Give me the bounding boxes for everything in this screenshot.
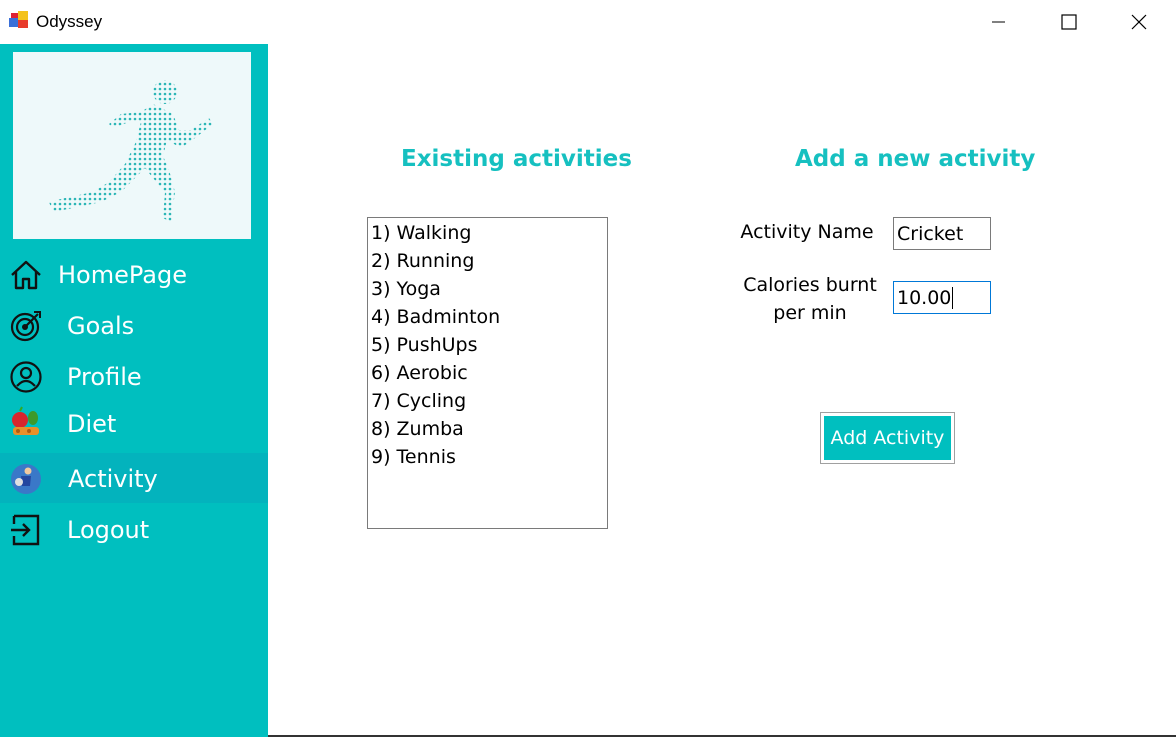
minimize-icon xyxy=(992,21,1005,23)
activity-name-value: Cricket xyxy=(897,222,964,245)
list-item[interactable]: 5) PushUps xyxy=(371,334,478,356)
sidebar-item-goals[interactable]: Goals xyxy=(0,302,268,352)
app-icon xyxy=(9,11,28,28)
calories-value: 10.00 xyxy=(897,286,952,309)
activity-name-field[interactable]: Cricket xyxy=(893,217,991,250)
sidebar-item-activity[interactable]: Activity xyxy=(0,453,268,503)
list-item[interactable]: 1) Walking xyxy=(371,222,471,244)
sidebar-item-profile[interactable]: Profile xyxy=(0,353,268,403)
runner-icon xyxy=(49,80,213,222)
list-item[interactable]: 7) Cycling xyxy=(371,390,466,412)
list-item[interactable]: 3) Yoga xyxy=(371,278,441,300)
calories-field[interactable]: 10.00 xyxy=(893,281,991,314)
list-item[interactable]: 9) Tennis xyxy=(371,446,456,468)
activity-name-label: Activity Name xyxy=(740,221,874,243)
maximize-button[interactable] xyxy=(1034,0,1104,44)
list-item[interactable]: 6) Aerobic xyxy=(371,362,468,384)
runner-logo xyxy=(13,52,251,239)
sidebar-item-label: Logout xyxy=(67,516,150,544)
list-item[interactable]: 4) Badminton xyxy=(371,306,500,328)
list-item[interactable]: 8) Zumba xyxy=(371,418,464,440)
maximize-icon xyxy=(1061,14,1077,30)
close-button[interactable] xyxy=(1104,0,1174,44)
list-item[interactable]: 2) Running xyxy=(371,250,474,272)
minimize-button[interactable] xyxy=(964,0,1034,44)
activities-listbox[interactable]: 1) Walking 2) Running 3) Yoga 4) Badmint… xyxy=(367,217,608,529)
calories-label-line2: per min xyxy=(773,302,847,324)
close-icon xyxy=(1131,14,1147,30)
target-icon xyxy=(10,311,41,342)
user-icon xyxy=(10,361,42,393)
logout-icon xyxy=(11,514,40,546)
activity-icon xyxy=(11,464,41,494)
sidebar: HomePage Goals Profile Diet Activity Log… xyxy=(0,44,268,737)
sidebar-item-label: Goals xyxy=(67,312,135,340)
sidebar-item-homepage[interactable]: HomePage xyxy=(0,251,268,301)
text-caret xyxy=(952,286,954,309)
add-activity-heading: Add a new activity xyxy=(795,146,1036,172)
home-icon xyxy=(11,260,41,290)
food-icon xyxy=(12,406,39,435)
sidebar-item-label: Activity xyxy=(68,465,158,493)
sidebar-item-logout[interactable]: Logout xyxy=(0,506,268,556)
window-title: Odyssey xyxy=(36,12,103,31)
add-activity-button[interactable]: Add Activity xyxy=(820,412,955,464)
sidebar-item-label: Profile xyxy=(67,363,142,391)
calories-label-line1: Calories burnt xyxy=(743,274,877,296)
sidebar-item-label: HomePage xyxy=(58,261,187,289)
sidebar-item-label: Diet xyxy=(67,410,117,438)
existing-activities-heading: Existing activities xyxy=(401,146,632,172)
add-activity-button-label: Add Activity xyxy=(824,416,951,460)
sidebar-item-diet[interactable]: Diet xyxy=(0,400,268,450)
title-bar: Odyssey xyxy=(0,0,1176,44)
